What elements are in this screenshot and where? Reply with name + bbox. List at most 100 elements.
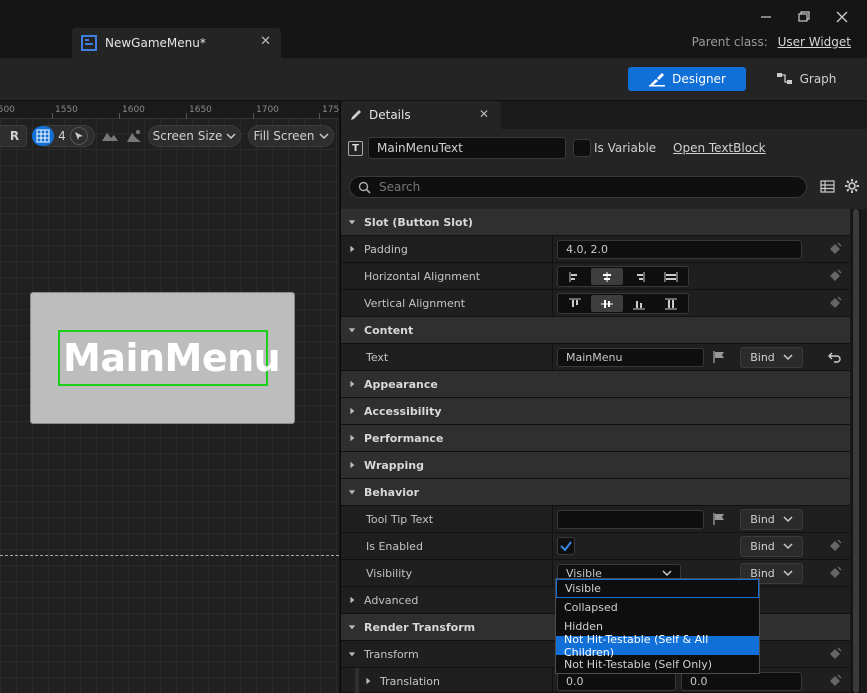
open-textblock-link[interactable]: Open TextBlock bbox=[673, 141, 766, 155]
widget-name-field[interactable]: MainMenuText bbox=[368, 137, 566, 159]
keyframe-diamond-icon[interactable] bbox=[828, 674, 842, 688]
close-tab-icon[interactable]: ✕ bbox=[260, 34, 271, 49]
details-tab[interactable]: Details ✕ bbox=[341, 101, 501, 129]
search-placeholder: Search bbox=[379, 180, 421, 194]
category-label: Advanced bbox=[364, 594, 419, 607]
details-scrollbar[interactable] bbox=[851, 209, 861, 693]
scrollbar-thumb[interactable] bbox=[853, 209, 859, 693]
keyframe-diamond-icon[interactable] bbox=[828, 296, 842, 310]
category-appearance[interactable]: Appearance bbox=[341, 371, 850, 398]
keyframe-diamond-icon[interactable] bbox=[828, 242, 842, 256]
visibility-option-collapsed[interactable]: Collapsed bbox=[556, 598, 759, 617]
localization-flag-icon[interactable] bbox=[712, 512, 726, 526]
align-top-icon[interactable] bbox=[559, 295, 591, 312]
chevron-down-icon bbox=[783, 354, 793, 361]
visibility-option-not-hit-testable-self[interactable]: Not Hit-Testable (Self Only) bbox=[556, 655, 759, 674]
preview-text: MainMenu bbox=[63, 336, 281, 380]
grid-snap-value[interactable]: 4 bbox=[58, 129, 66, 143]
column-divider bbox=[552, 560, 553, 587]
chevron-down-icon bbox=[348, 490, 356, 495]
selected-text-widget[interactable]: MainMenu bbox=[58, 330, 281, 386]
designer-viewport[interactable]: 1500 1550 1600 1650 1700 175 R 4 bbox=[0, 101, 339, 693]
column-divider bbox=[552, 263, 553, 290]
is-variable-checkbox[interactable] bbox=[573, 139, 591, 157]
details-header: T MainMenuText Is Variable Open TextBloc… bbox=[341, 129, 867, 209]
keyframe-diamond-icon[interactable] bbox=[828, 269, 842, 283]
keyframe-diamond-icon[interactable] bbox=[828, 539, 842, 553]
cursor-icon[interactable] bbox=[69, 127, 88, 145]
align-center-icon[interactable] bbox=[591, 268, 623, 285]
settings-gear-icon[interactable] bbox=[844, 178, 860, 194]
bind-dropdown-text[interactable]: Bind bbox=[740, 347, 803, 368]
property-horizontal-alignment: Horizontal Alignment bbox=[341, 263, 850, 290]
align-bottom-icon[interactable] bbox=[623, 295, 655, 312]
respect-locks-button[interactable]: R bbox=[0, 125, 27, 147]
column-divider bbox=[552, 506, 553, 533]
minimize-icon[interactable] bbox=[756, 8, 776, 26]
restore-icon[interactable] bbox=[794, 8, 814, 26]
close-details-icon[interactable]: ✕ bbox=[479, 107, 489, 121]
align-fill-vertical-icon[interactable] bbox=[655, 295, 687, 312]
bind-dropdown-tooltip[interactable]: Bind bbox=[740, 509, 803, 530]
search-input[interactable]: Search bbox=[349, 176, 807, 198]
padding-field[interactable]: 4.0, 2.0 bbox=[557, 240, 802, 259]
parent-class: Parent class: User Widget bbox=[692, 35, 851, 49]
align-fill-icon[interactable] bbox=[655, 268, 687, 285]
tooltip-field[interactable] bbox=[557, 510, 704, 529]
align-right-icon[interactable] bbox=[623, 268, 655, 285]
screen-size-dropdown[interactable]: Screen Size bbox=[148, 125, 241, 147]
mountain-icon[interactable] bbox=[98, 125, 122, 147]
ruler-label: 1500 bbox=[0, 105, 15, 115]
ruler-tick bbox=[52, 113, 53, 119]
is-enabled-checkbox[interactable] bbox=[557, 537, 575, 555]
graph-mode-button[interactable]: Graph bbox=[766, 67, 846, 91]
category-label: Wrapping bbox=[364, 459, 425, 472]
chevron-down-icon bbox=[783, 516, 793, 523]
text-field[interactable]: MainMenu bbox=[557, 348, 704, 367]
keyframe-diamond-icon[interactable] bbox=[828, 647, 842, 661]
chevron-down-icon bbox=[348, 625, 356, 630]
title-bar: NewGameMenu* ✕ Parent class: User Widget bbox=[0, 0, 867, 58]
align-left-icon[interactable] bbox=[559, 268, 591, 285]
localization-flag-icon[interactable] bbox=[712, 350, 726, 364]
parent-class-link[interactable]: User Widget bbox=[778, 35, 851, 49]
property-matrix-icon[interactable] bbox=[820, 179, 835, 194]
bind-dropdown-is-enabled[interactable]: Bind bbox=[740, 536, 803, 557]
scale-icon[interactable] bbox=[122, 125, 146, 147]
translation-x-field[interactable]: 0.0 bbox=[557, 672, 676, 691]
category-slot[interactable]: Slot (Button Slot) bbox=[341, 209, 850, 236]
property-label: Tool Tip Text bbox=[366, 513, 434, 526]
document-tab[interactable]: NewGameMenu* ✕ bbox=[72, 28, 281, 58]
bind-label: Bind bbox=[750, 351, 775, 364]
reset-arrow-icon[interactable] bbox=[828, 350, 842, 364]
category-label: Content bbox=[364, 324, 414, 337]
category-content[interactable]: Content bbox=[341, 317, 850, 344]
fill-screen-dropdown[interactable]: Fill Screen bbox=[248, 125, 334, 147]
visibility-option-not-hit-testable-all[interactable]: Not Hit-Testable (Self & All Children) bbox=[556, 633, 759, 659]
designer-mode-button[interactable]: Designer bbox=[628, 67, 746, 91]
chevron-right-icon bbox=[350, 596, 355, 604]
grid-snap-group: 4 bbox=[32, 125, 95, 147]
visibility-option-visible[interactable]: Visible bbox=[556, 579, 759, 598]
translation-y-field[interactable]: 0.0 bbox=[681, 672, 802, 691]
is-variable-label: Is Variable bbox=[594, 141, 657, 155]
fill-screen-label: Fill Screen bbox=[253, 129, 315, 143]
translation-x-value: 0.0 bbox=[566, 675, 584, 688]
close-window-icon[interactable] bbox=[832, 8, 852, 26]
chevron-right-icon bbox=[350, 380, 355, 388]
align-middle-icon[interactable] bbox=[591, 295, 623, 312]
category-performance[interactable]: Performance bbox=[341, 425, 850, 452]
category-wrapping[interactable]: Wrapping bbox=[341, 452, 850, 479]
graph-icon bbox=[776, 71, 794, 87]
category-accessibility[interactable]: Accessibility bbox=[341, 398, 850, 425]
chevron-down-icon bbox=[348, 328, 356, 333]
property-text: Text MainMenu Bind bbox=[341, 344, 850, 371]
chevron-down-icon bbox=[662, 570, 672, 577]
keyframe-diamond-icon[interactable] bbox=[828, 566, 842, 580]
grid-snap-icon[interactable] bbox=[32, 126, 55, 146]
chevron-right-icon bbox=[350, 245, 355, 253]
ruler-label: 175 bbox=[322, 105, 339, 115]
property-label: Vertical Alignment bbox=[364, 297, 466, 310]
category-behavior[interactable]: Behavior bbox=[341, 479, 850, 506]
button-widget-preview[interactable]: MainMenu bbox=[30, 292, 295, 424]
